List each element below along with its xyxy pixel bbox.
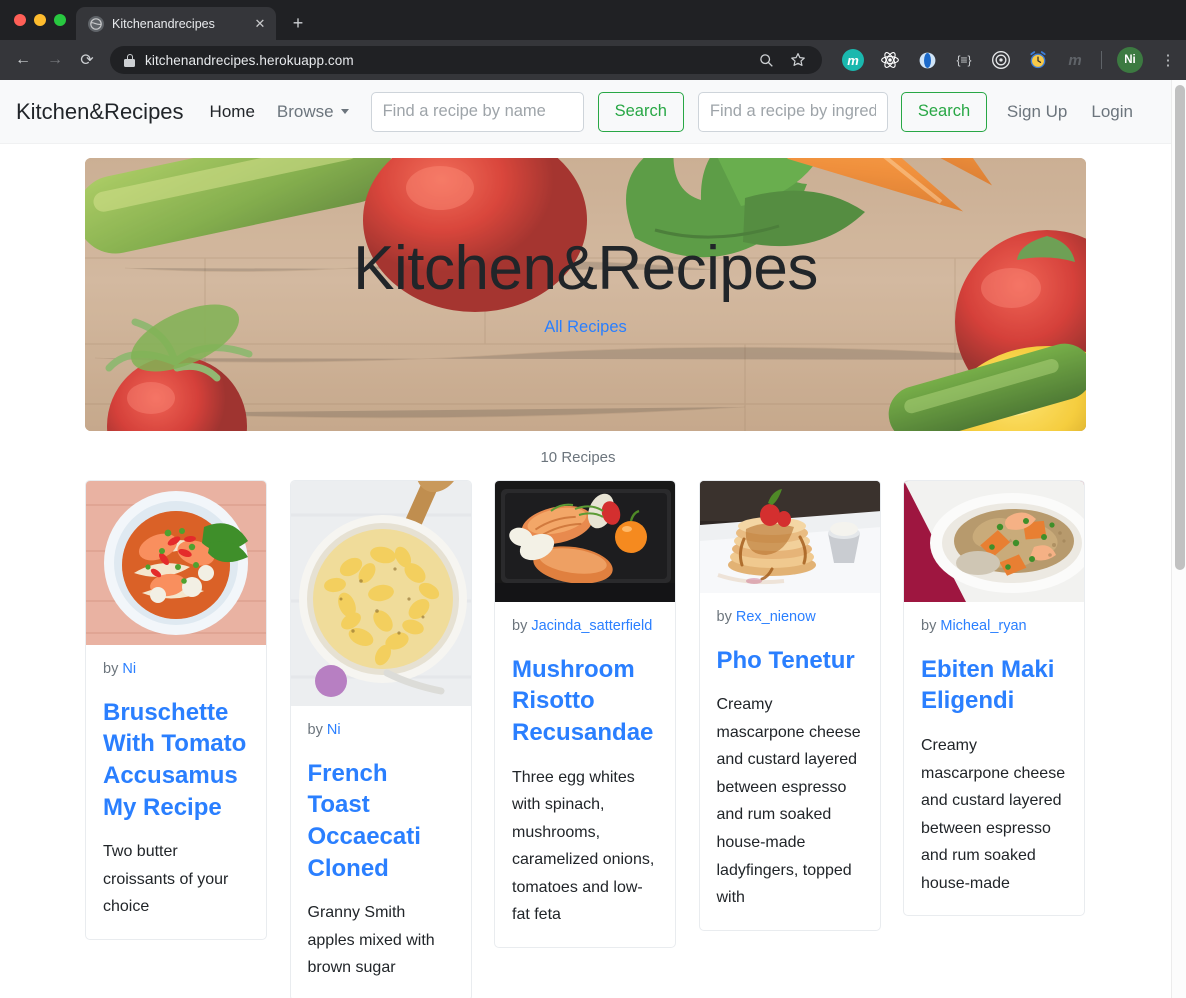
bookmark-star-icon[interactable] [790,52,806,68]
recipe-author-link[interactable]: Ni [327,722,341,738]
recipe-byline: by Ni [308,720,454,742]
back-icon[interactable]: ← [8,45,38,75]
search-by-name-button[interactable]: Search [597,91,684,132]
browser-toolbar: ← → ⟳ kitchenandrecipes.herokuapp.com m … [0,40,1186,80]
new-tab-button[interactable]: + [284,9,312,37]
page-content: Kitchen&Recipes Home Browse Search Searc… [0,80,1171,998]
recipe-description: Creamy mascarpone cheese and custard lay… [921,737,1066,892]
globe-icon [88,15,104,32]
nav-item-browse[interactable]: Browse [277,102,349,122]
hero-banner: Kitchen&Recipes All Recipes [85,158,1086,431]
recipe-title[interactable]: Ebiten Maki Eligendi [921,654,1067,717]
recipe-count-label: 10 Recipes [540,449,616,466]
chevron-down-icon [340,109,349,114]
react-devtools-icon[interactable] [879,49,901,71]
window-controls [10,0,76,40]
close-icon[interactable]: ✕ [252,16,268,32]
mendeley-extension-icon[interactable]: m [842,49,864,71]
recipe-card-body: by Jacinda_satterfield Mushroom Risotto … [495,602,675,947]
recipe-author-link[interactable]: Ni [122,661,136,677]
by-prefix: by [103,661,119,677]
maximize-window-button[interactable] [54,14,66,26]
mac-and-cheese-photo [290,481,471,706]
all-recipes-link[interactable]: All Recipes [544,318,627,337]
recipe-author-link[interactable]: Rex_nienow [736,609,816,625]
browser-tab[interactable]: Kitchenandrecipes ✕ [76,7,276,40]
browser-tab-strip: Kitchenandrecipes ✕ + [0,0,1186,40]
recipe-card[interactable]: by Ni Bruschette With Tomato Accusamus M… [85,480,267,940]
recipe-byline: by Micheal_ryan [921,616,1067,638]
recipe-description: Creamy mascarpone cheese and custard lay… [716,696,861,907]
by-prefix: by [716,609,732,625]
search-icon[interactable] [759,53,774,68]
recipe-description: Granny Smith apples mixed with brown sug… [307,904,435,977]
target-extension-icon[interactable] [990,49,1012,71]
recipe-card-body: by Ni Bruschette With Tomato Accusamus M… [86,645,266,939]
recipe-byline: by Jacinda_satterfield [512,616,658,638]
by-prefix: by [512,618,528,634]
shrimp-risotto-photo [904,481,1084,602]
recipe-description: Three egg whites with spinach, mushrooms… [512,768,655,924]
recipe-description: Two butter croissants of your choice [103,843,229,916]
salmon-plate-photo [495,481,675,602]
address-bar-url: kitchenandrecipes.herokuapp.com [145,52,354,68]
toolbar-divider [1101,51,1102,69]
recipe-card[interactable]: by Micheal_ryan Ebiten Maki Eligendi Cre… [903,480,1085,917]
recipe-author-link[interactable]: Micheal_ryan [940,618,1026,634]
recipe-title[interactable]: Pho Tenetur [717,645,863,677]
auth-links: Sign Up Login [1007,102,1155,122]
address-bar[interactable]: kitchenandrecipes.herokuapp.com [110,46,822,74]
noodle-soup-photo [86,481,266,645]
recipe-card-body: by Ni French Toast Occaecati Cloned Gran… [291,706,471,998]
recipe-byline: by Ni [103,659,249,681]
hero-title: Kitchen&Recipes [353,233,818,303]
recipe-byline: by Rex_nienow [717,607,863,629]
recipe-title[interactable]: Bruschette With Tomato Accusamus My Reci… [103,697,249,824]
recipe-card-grid: by Ni Bruschette With Tomato Accusamus M… [0,480,1171,998]
page-scrollbar[interactable] [1171,80,1186,998]
browser-menu-icon[interactable]: ⋮ [1158,51,1178,69]
tab-title: Kitchenandrecipes [112,16,215,31]
browser-window: Kitchenandrecipes ✕ + ← → ⟳ kitchenandre… [0,0,1186,998]
page-viewport: Kitchen&Recipes Home Browse Search Searc… [0,80,1186,998]
recipe-title[interactable]: French Toast Occaecati Cloned [308,758,454,885]
code-extension-icon[interactable]: {≡} [953,49,975,71]
pancake-stack-photo [699,481,880,593]
search-by-ingredient-button[interactable]: Search [900,91,988,132]
site-navbar: Kitchen&Recipes Home Browse Search Searc… [0,80,1171,144]
nav-item-browse-label: Browse [276,101,334,121]
grayed-extension-icon[interactable]: m [1064,49,1086,71]
nav-item-home[interactable]: Home [210,102,255,122]
site-brand[interactable]: Kitchen&Recipes [16,99,184,125]
forward-icon[interactable]: → [40,45,70,75]
search-by-name-input[interactable] [370,91,584,132]
login-link[interactable]: Login [1091,102,1133,122]
opera-extension-icon[interactable] [916,49,938,71]
extensions-bar: m {≡} m Ni ⋮ [830,47,1178,73]
hero-section: Kitchen&Recipes All Recipes [0,144,1171,431]
recipe-card[interactable]: by Jacinda_satterfield Mushroom Risotto … [494,480,676,948]
recipe-card[interactable]: by Rex_nienow Pho Tenetur Creamy mascarp… [698,480,881,931]
alarm-clock-extension-icon[interactable] [1027,49,1049,71]
recipe-card[interactable]: by Ni French Toast Occaecati Cloned Gran… [289,480,472,998]
recipe-author-link[interactable]: Jacinda_satterfield [531,618,652,634]
minimize-window-button[interactable] [34,14,46,26]
recipe-card-body: by Micheal_ryan Ebiten Maki Eligendi Cre… [904,602,1084,915]
lock-icon [124,53,135,67]
by-prefix: by [307,722,323,738]
sign-up-link[interactable]: Sign Up [1007,102,1067,122]
search-by-ingredient-input[interactable] [697,91,888,132]
profile-avatar[interactable]: Ni [1117,47,1143,73]
scrollbar-thumb[interactable] [1174,85,1185,570]
recipe-card-body: by Rex_nienow Pho Tenetur Creamy mascarp… [700,593,880,930]
by-prefix: by [921,618,937,634]
reload-icon[interactable]: ⟳ [72,45,102,75]
close-window-button[interactable] [14,14,26,26]
recipe-title[interactable]: Mushroom Risotto Recusandae [512,654,658,749]
